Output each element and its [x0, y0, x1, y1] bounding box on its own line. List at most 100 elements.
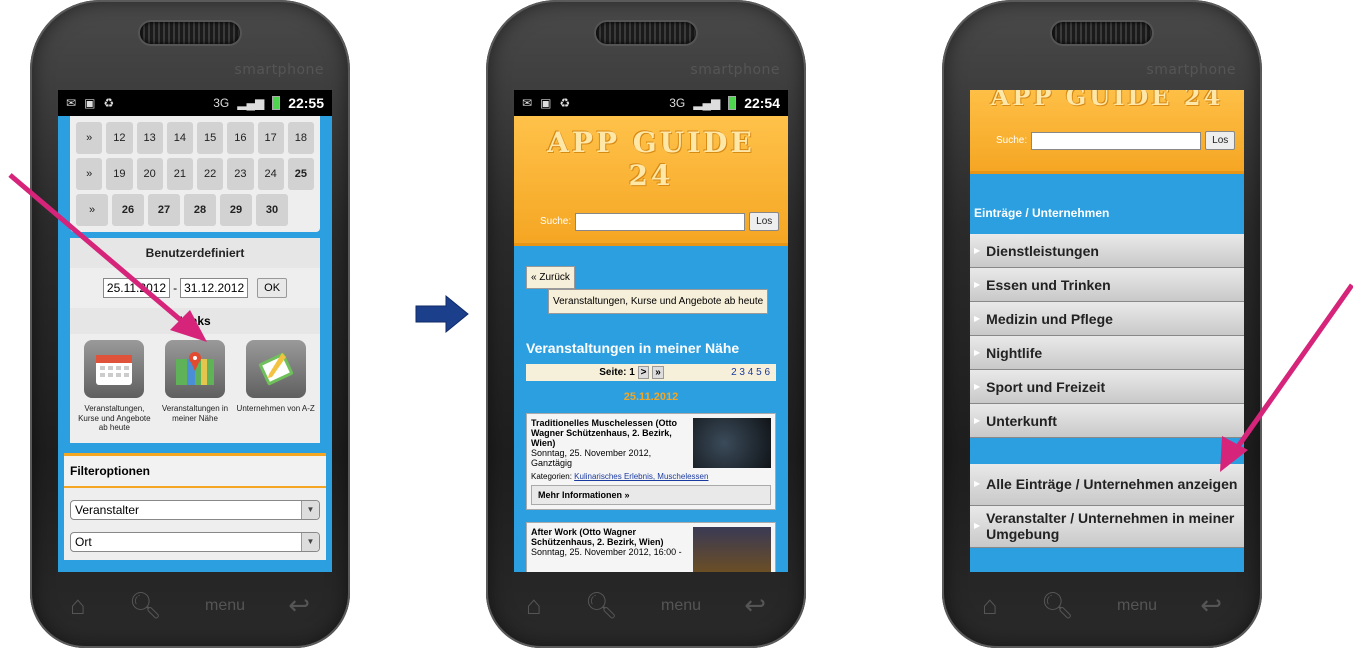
notepad-icon	[245, 340, 306, 398]
calendar-day[interactable]: 14	[166, 122, 193, 154]
back-icon[interactable]: ↩	[1200, 590, 1222, 621]
chevron-right-icon: ▶	[974, 382, 981, 391]
battery-icon	[728, 96, 737, 110]
home-icon[interactable]: ⌂	[982, 590, 998, 621]
search-button[interactable]: Los	[749, 212, 780, 231]
menu-button[interactable]: menu	[205, 597, 245, 615]
screen-1: ✉ ▣ ♻ 3G ▂▄▆ 22:55 » 12 13 14 15 16 17 1…	[58, 90, 332, 572]
calendar-day[interactable]: 21	[166, 158, 193, 190]
category-item[interactable]: ▶ Sport und Freizeit	[970, 370, 1244, 404]
link-events-nearby[interactable]: Veranstaltungen in meiner Nähe	[155, 340, 236, 433]
all-entries-item[interactable]: ▶ Alle Einträge / Unternehmen anzeigen	[970, 464, 1244, 506]
all-entries-label: Alle Einträge / Unternehmen anzeigen	[986, 475, 1238, 492]
events-today-link[interactable]: Veranstaltungen, Kurse und Angebote ab h…	[548, 289, 769, 314]
pager-last-button[interactable]: »	[652, 366, 664, 379]
search-icon[interactable]: 🔍︎	[1041, 590, 1074, 621]
speaker-grille	[596, 22, 696, 44]
search-icon[interactable]: 🔍︎	[129, 590, 162, 621]
menu-button[interactable]: menu	[1117, 597, 1157, 615]
nearby-item[interactable]: ▶ Veranstalter / Unternehmen in meiner Um…	[970, 506, 1244, 548]
calendar-week-link[interactable]: »	[76, 158, 103, 190]
link-events-today[interactable]: Veranstaltungen, Kurse und Angebote ab h…	[74, 340, 155, 433]
more-info-button[interactable]: Mehr Informationen »	[531, 485, 771, 505]
category-label: Unterkunft	[986, 412, 1057, 429]
notification-icon: ✉	[522, 96, 533, 110]
app-header: APP GUIDE 24 Suche: Los	[970, 90, 1244, 174]
pager-next-button[interactable]: >	[637, 366, 650, 379]
link-companies-az[interactable]: Unternehmen von A-Z	[235, 340, 316, 433]
app-title: APP GUIDE 24	[547, 126, 755, 192]
back-icon[interactable]: ↩	[288, 590, 310, 621]
custom-range-heading: Benutzerdefiniert	[70, 238, 320, 268]
hardware-nav: ⌂ 🔍︎ menu ↩	[526, 590, 766, 621]
calendar-day[interactable]: 27	[148, 194, 180, 226]
calendar-week-link[interactable]: »	[76, 194, 108, 226]
calendar-day[interactable]: 17	[257, 122, 284, 154]
category-item[interactable]: ▶ Nightlife	[970, 336, 1244, 370]
calendar-day[interactable]: 24	[257, 158, 284, 190]
calendar-day[interactable]: 12	[106, 122, 133, 154]
phone-brand: smartphone	[1146, 62, 1236, 78]
calendar-day[interactable]: 30	[256, 194, 288, 226]
search-input[interactable]	[575, 212, 746, 231]
phone-brand: smartphone	[690, 62, 780, 78]
links-row: Veranstaltungen, Kurse und Angebote ab h…	[70, 334, 320, 443]
date-from-input[interactable]: 25.11.2012	[102, 278, 171, 298]
calendar-week-link[interactable]: »	[76, 122, 103, 154]
screen-2: ✉ ▣ ♻ 3G ▂▄▆ 22:54 APP GUIDE 24 Suche: L…	[514, 90, 788, 572]
event-title[interactable]: Traditionelles Muschelessen (Otto Wagner…	[531, 418, 689, 448]
calendar-day[interactable]: 25	[287, 158, 314, 190]
filter-title: Filteroptionen	[64, 455, 326, 488]
divider	[970, 438, 1244, 464]
search-label: Suche:	[996, 135, 1028, 146]
calendar-day[interactable]: 26	[112, 194, 144, 226]
ok-button[interactable]: OK	[257, 278, 288, 298]
category-item[interactable]: ▶ Medizin und Pflege	[970, 302, 1244, 336]
search-icon[interactable]: 🔍︎	[585, 590, 618, 621]
calendar-day[interactable]: 23	[227, 158, 254, 190]
calendar-day[interactable]: 28	[184, 194, 216, 226]
status-bar: ✉ ▣ ♻ 3G ▂▄▆ 22:54	[514, 90, 788, 116]
chevron-right-icon: ▶	[974, 416, 981, 425]
pager-pages[interactable]: 2 3 4 5 6	[731, 367, 770, 378]
date-to-input[interactable]: 31.12.2012	[180, 278, 249, 298]
chevron-right-icon: ▶	[974, 521, 981, 531]
home-icon[interactable]: ⌂	[70, 590, 86, 621]
category-item[interactable]: ▶ Dienstleistungen	[970, 234, 1244, 268]
back-button[interactable]: « Zurück	[526, 266, 575, 289]
home-icon[interactable]: ⌂	[526, 590, 542, 621]
calendar-day[interactable]: 18	[287, 122, 314, 154]
search-label: Suche:	[540, 216, 572, 227]
search-button[interactable]: Los	[1205, 131, 1236, 150]
navy-right-arrow	[415, 294, 469, 334]
calendar-day[interactable]: 20	[136, 158, 163, 190]
menu-button[interactable]: menu	[661, 597, 701, 615]
calendar-day[interactable]: 15	[197, 122, 224, 154]
calendar-day[interactable]: 13	[136, 122, 163, 154]
network-label: 3G	[213, 96, 230, 110]
category-heading: Einträge / Unternehmen	[970, 174, 1244, 234]
calendar-day[interactable]: 29	[220, 194, 252, 226]
event-title[interactable]: After Work (Otto Wagner Schützenhaus, 2.…	[531, 527, 689, 547]
search-bar: Suche: Los	[522, 212, 780, 231]
calendar-day[interactable]: 16	[227, 122, 254, 154]
calendar-row: » 26 27 28 29 30	[76, 194, 314, 226]
hardware-nav: ⌂ 🔍︎ menu ↩	[70, 590, 310, 621]
calendar-day[interactable]: 22	[197, 158, 224, 190]
categories-link[interactable]: Kulinarisches Erlebnis, Muschelessen	[574, 472, 708, 481]
category-item[interactable]: ▶ Essen und Trinken	[970, 268, 1244, 302]
event-image	[693, 527, 771, 572]
calendar-day[interactable]: 19	[106, 158, 133, 190]
category-item[interactable]: ▶ Unterkunft	[970, 404, 1244, 438]
nearby-label: Veranstalter / Unternehmen in meiner Umg…	[986, 510, 1235, 542]
pager-current: 1	[629, 367, 635, 378]
back-icon[interactable]: ↩	[744, 590, 766, 621]
organizer-select[interactable]: Veranstalter ▼	[70, 499, 320, 520]
event-image	[693, 418, 771, 468]
calendar-notification-icon: ▣	[84, 96, 96, 110]
search-input[interactable]	[1031, 131, 1202, 150]
date-heading: 25.11.2012	[623, 391, 679, 403]
location-select-value: Ort	[75, 534, 92, 549]
app-title: APP GUIDE 24	[990, 90, 1224, 111]
location-select[interactable]: Ort ▼	[70, 531, 320, 552]
